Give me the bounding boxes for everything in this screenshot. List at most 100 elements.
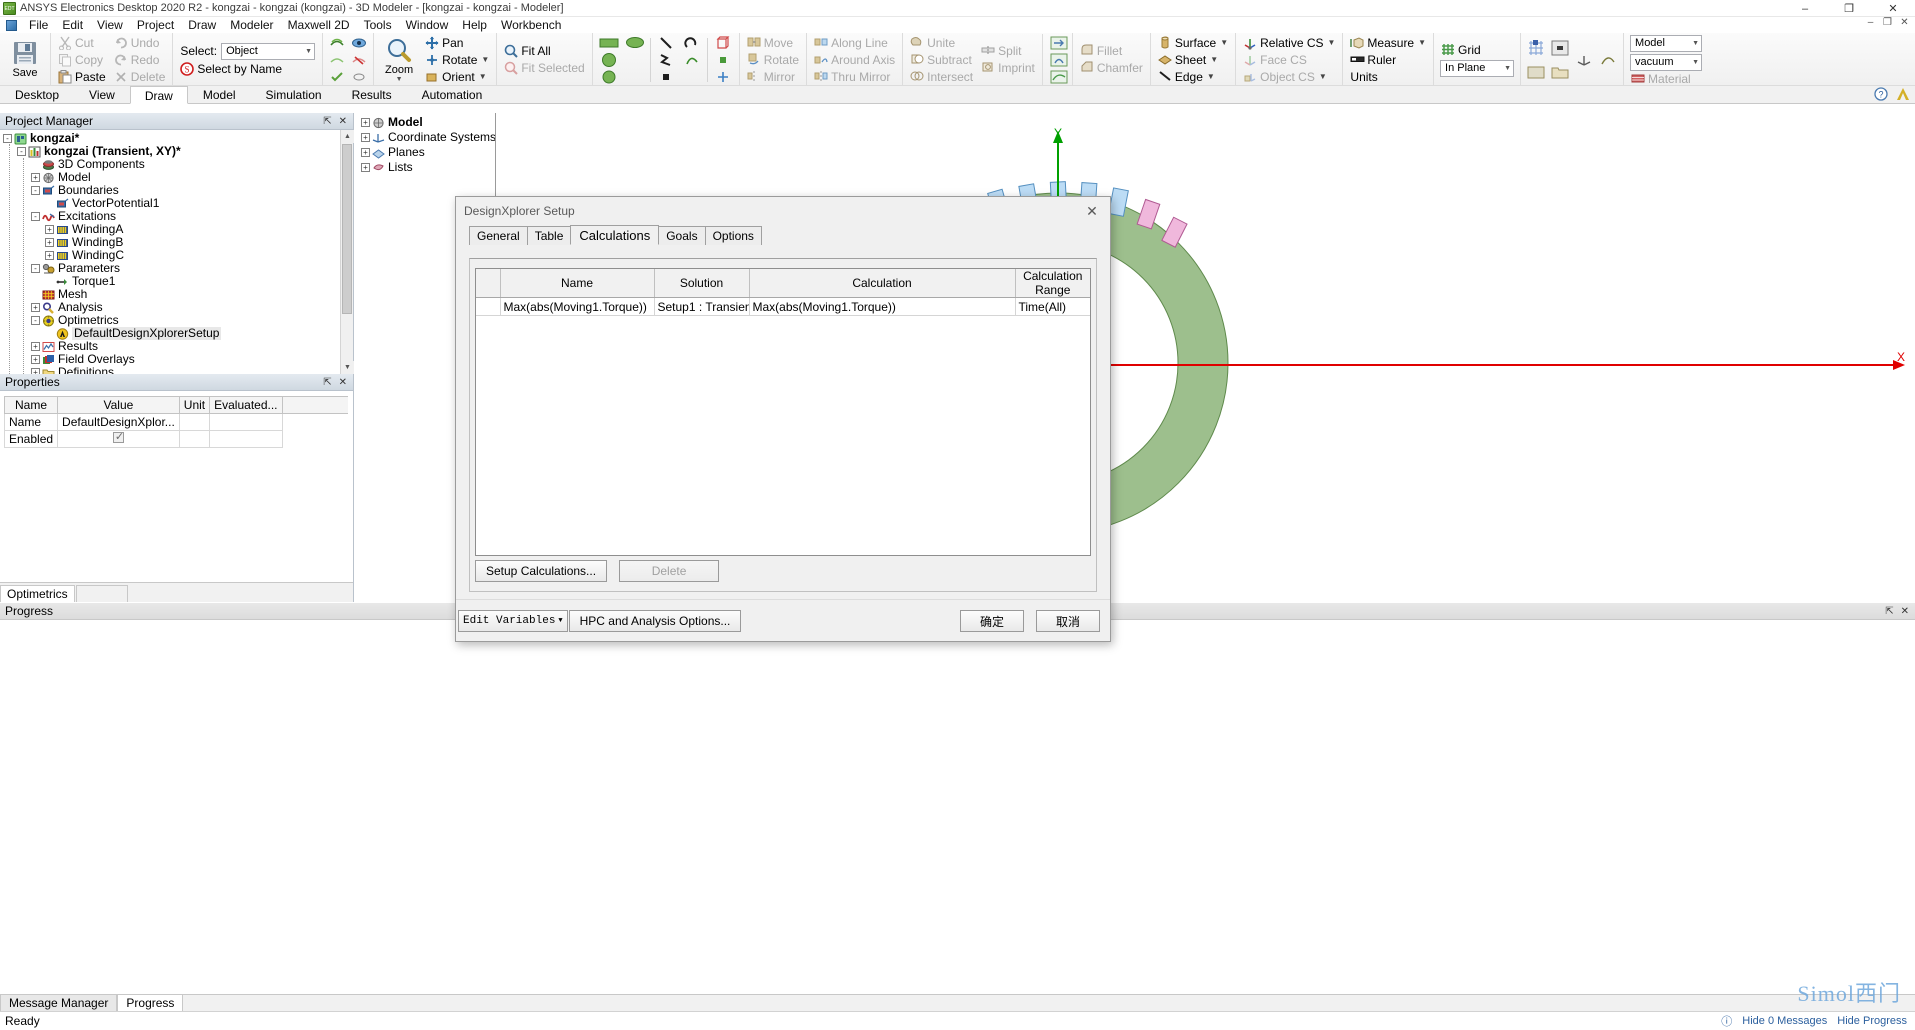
save-button[interactable]: Save: [3, 34, 47, 85]
tab-simulation[interactable]: Simulation: [251, 85, 337, 103]
mdi-close-button[interactable]: ✕: [1896, 17, 1913, 28]
dialog-close-button[interactable]: ✕: [1074, 198, 1110, 224]
view-tile-button[interactable]: [1526, 62, 1546, 82]
tab-optimetrics[interactable]: Optimetrics: [0, 585, 75, 602]
tab-model[interactable]: Model: [188, 85, 251, 103]
tab-draw[interactable]: Draw: [129, 86, 188, 104]
table-row[interactable]: Name DefaultDesignXplor...: [3, 413, 349, 431]
snap-mode-button[interactable]: [1526, 38, 1546, 58]
ruler-button[interactable]: Ruler: [1346, 51, 1430, 68]
sheet-button[interactable]: Sheet ▼: [1154, 51, 1232, 68]
scroll-up-icon[interactable]: ▲: [341, 130, 354, 143]
mdi-restore-button[interactable]: ❐: [1879, 17, 1896, 28]
dialog-tab-strip[interactable]: General Table Calculations Goals Options: [456, 225, 1110, 245]
select-by-name-button[interactable]: S Select by Name: [176, 61, 319, 78]
tree-node-parameters[interactable]: - Parameters: [0, 262, 353, 275]
view-folder-button[interactable]: [1550, 62, 1570, 82]
close-button[interactable]: ✕: [1871, 0, 1915, 17]
surface-button[interactable]: Surface ▼: [1154, 34, 1232, 51]
scroll-down-icon[interactable]: ▼: [341, 361, 354, 374]
tree-node-mesh[interactable]: Mesh: [0, 288, 353, 301]
move-button[interactable]: Move: [743, 34, 803, 51]
pin-icon[interactable]: ⇱: [323, 116, 331, 127]
tree-node-windingb[interactable]: + WindingB: [0, 236, 353, 249]
menu-project[interactable]: Project: [130, 17, 181, 33]
calculations-grid[interactable]: Name Solution Calculation Calculation Ra…: [476, 269, 1090, 316]
mirror-button[interactable]: Mirror: [743, 68, 803, 85]
zoom-button[interactable]: Zoom ▼: [377, 34, 421, 85]
window-controls[interactable]: – ❐ ✕: [1783, 0, 1915, 17]
tree-node-kongzai-transient-xy[interactable]: - kongzai (Transient, XY)*: [0, 145, 353, 158]
grid-button[interactable]: Grid: [1437, 42, 1517, 59]
tab-automation[interactable]: Automation: [407, 85, 498, 103]
tree-node-excitations[interactable]: - Excitations: [0, 210, 353, 223]
draw-point-button[interactable]: [656, 67, 676, 87]
duplicate-thru-mirror-button[interactable]: Thru Mirror: [810, 68, 899, 85]
expander-icon[interactable]: +: [31, 303, 40, 312]
menu-window[interactable]: Window: [399, 17, 456, 33]
help-icon[interactable]: ?: [1874, 87, 1888, 104]
cancel-button[interactable]: 取消: [1036, 610, 1100, 632]
grid-plane-combo[interactable]: In Plane ▼: [1440, 59, 1515, 77]
scroll-thumb[interactable]: [342, 144, 352, 314]
sweep-along-path-button[interactable]: [1049, 68, 1069, 85]
expander-icon[interactable]: +: [45, 238, 54, 247]
imprint-button[interactable]: Imprint: [977, 60, 1039, 77]
mdi-window-controls[interactable]: – ❐ ✕: [1862, 17, 1913, 28]
fit-all-button[interactable]: Fit All: [500, 43, 588, 60]
expander-icon[interactable]: +: [361, 148, 370, 157]
tree-node-windinga[interactable]: + WindingA: [0, 223, 353, 236]
menu-workbench[interactable]: Workbench: [494, 17, 568, 33]
ribbon-tab-strip[interactable]: Desktop View Draw Model Simulation Resul…: [0, 86, 1915, 104]
menu-draw[interactable]: Draw: [181, 17, 223, 33]
setup-calculations-button[interactable]: Setup Calculations...: [475, 560, 608, 582]
sweep-around-axis-button[interactable]: [1049, 51, 1069, 68]
expander-icon[interactable]: -: [17, 147, 26, 156]
prop-enabled-value[interactable]: [57, 430, 180, 448]
expander-icon[interactable]: +: [45, 251, 54, 260]
view-single-button[interactable]: [1550, 38, 1570, 58]
duplicate-around-axis-button[interactable]: Around Axis: [810, 51, 899, 68]
edge-button[interactable]: Edge ▼: [1154, 68, 1232, 85]
tab-results[interactable]: Results: [337, 85, 407, 103]
tree-node-boundaries[interactable]: - Boundaries: [0, 184, 353, 197]
menu-edit[interactable]: Edit: [55, 17, 90, 33]
rotate-view-button[interactable]: Rotate ▼: [421, 51, 493, 68]
hide-progress-link[interactable]: Hide Progress: [1837, 1015, 1907, 1027]
relative-cs-button[interactable]: Relative CS ▼: [1239, 34, 1339, 51]
grid-cell-range[interactable]: Time(All): [1015, 297, 1090, 316]
material-combo[interactable]: vacuum ▼: [1630, 53, 1703, 71]
tree-node-model[interactable]: + Model: [0, 171, 353, 184]
delete-button[interactable]: Delete: [619, 560, 720, 582]
split-button[interactable]: Split: [977, 43, 1039, 60]
expander-icon[interactable]: +: [31, 342, 40, 351]
close-icon[interactable]: ✕: [1901, 606, 1909, 617]
edit-variables-button[interactable]: Edit Variables ▼: [458, 610, 568, 632]
pin-icon[interactable]: ⇱: [323, 377, 331, 388]
model-type-combo[interactable]: Model ▼: [1630, 34, 1703, 52]
menu-file[interactable]: File: [22, 17, 55, 33]
menu-help[interactable]: Help: [455, 17, 494, 33]
unite-button[interactable]: Unite: [906, 34, 977, 51]
tab-progress[interactable]: Progress: [117, 994, 184, 1011]
copy-button[interactable]: Copy: [54, 51, 110, 68]
orient-button[interactable]: Orient ▼: [421, 68, 493, 85]
pan-button[interactable]: Pan: [421, 34, 493, 51]
chamfer-button[interactable]: Chamfer: [1076, 60, 1147, 77]
tree-node-defaultdesignxplorersetup[interactable]: DefaultDesignXplorerSetup: [0, 327, 353, 340]
paste-button[interactable]: Paste: [54, 68, 110, 85]
table-row[interactable]: Max(abs(Moving1.Torque)) Setup1 : Transi…: [476, 297, 1090, 316]
calculations-grid-wrapper[interactable]: Name Solution Calculation Calculation Ra…: [475, 268, 1091, 556]
menu-maxwell2d[interactable]: Maxwell 2D: [281, 17, 357, 33]
expander-icon[interactable]: +: [31, 355, 40, 364]
expander-icon[interactable]: +: [361, 163, 370, 172]
expander-icon[interactable]: +: [45, 225, 54, 234]
project-tree-scrollbar[interactable]: ▲ ▼: [340, 130, 354, 374]
duplicate-along-line-button[interactable]: Along Line: [810, 34, 899, 51]
tab-view[interactable]: View: [74, 85, 130, 103]
tree-node-vectorpotential1[interactable]: VectorPotential1: [0, 197, 353, 210]
measure-button[interactable]: Measure ▼: [1346, 34, 1430, 51]
grid-cell-calculation[interactable]: Max(abs(Moving1.Torque)): [749, 297, 1016, 316]
draw-circle2-button[interactable]: [599, 67, 619, 87]
tab-blank[interactable]: [75, 585, 128, 602]
